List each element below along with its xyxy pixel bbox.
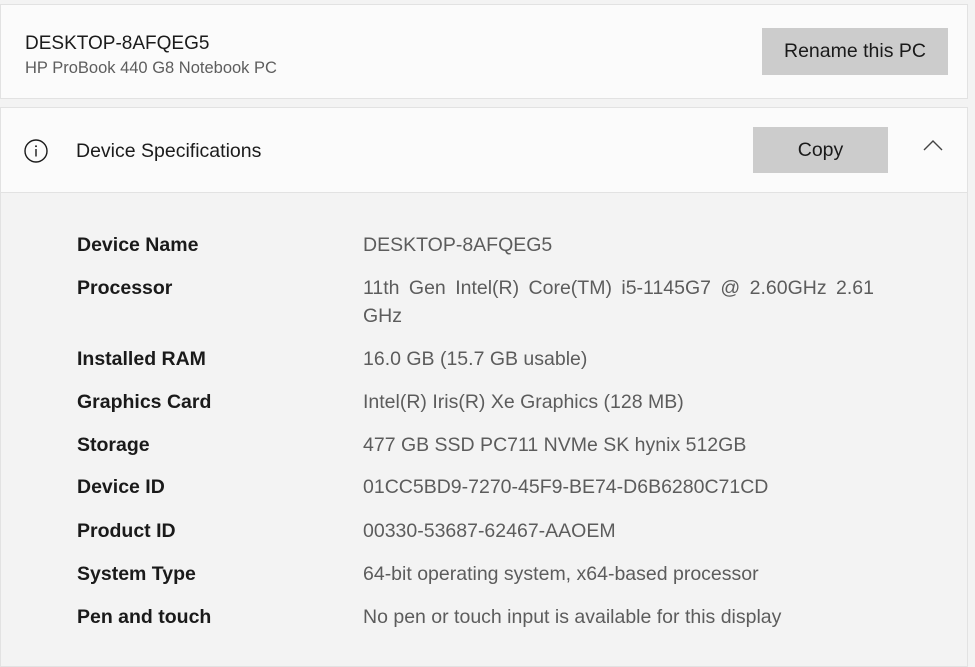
pc-model: HP ProBook 440 G8 Notebook PC — [25, 59, 277, 77]
device-specifications-card: Device Specifications Copy Device Name D… — [0, 107, 968, 667]
spec-label: Storage — [77, 434, 150, 456]
spec-label: Device ID — [77, 476, 165, 498]
device-specifications-header[interactable]: Device Specifications Copy — [1, 108, 967, 193]
spec-value: 11th Gen Intel(R) Core(TM) i5-1145G7 @ 2… — [363, 277, 874, 327]
spec-value: 477 GB SSD PC711 NVMe SK hynix 512GB — [363, 434, 747, 456]
info-icon — [24, 139, 48, 163]
spec-label: Product ID — [77, 520, 176, 542]
spec-label: Device Name — [77, 234, 199, 256]
spec-value: 16.0 GB (15.7 GB usable) — [363, 348, 588, 370]
pc-name-card: DESKTOP-8AFQEG5 HP ProBook 440 G8 Notebo… — [0, 4, 968, 99]
spec-label: Pen and touch — [77, 606, 212, 628]
spec-value: 00330-53687-62467-AAOEM — [363, 520, 616, 542]
spec-label: Installed RAM — [77, 348, 206, 370]
chevron-up-icon[interactable] — [922, 138, 944, 152]
spec-value: 01CC5BD9-7270-45F9-BE74-D6B6280C71CD — [363, 476, 769, 498]
spec-value: DESKTOP-8AFQEG5 — [363, 234, 553, 256]
spec-value: No pen or touch input is available for t… — [363, 606, 782, 628]
spec-label: System Type — [77, 563, 196, 585]
device-specifications-title: Device Specifications — [76, 140, 262, 162]
copy-button[interactable]: Copy — [753, 127, 888, 173]
rename-pc-button[interactable]: Rename this PC — [762, 28, 948, 75]
pc-name: DESKTOP-8AFQEG5 — [25, 33, 210, 54]
spec-label: Processor — [77, 277, 173, 299]
spec-value: 64-bit operating system, x64-based proce… — [363, 563, 759, 585]
spec-label: Graphics Card — [77, 391, 212, 413]
spec-value: Intel(R) Iris(R) Xe Graphics (128 MB) — [363, 391, 684, 413]
